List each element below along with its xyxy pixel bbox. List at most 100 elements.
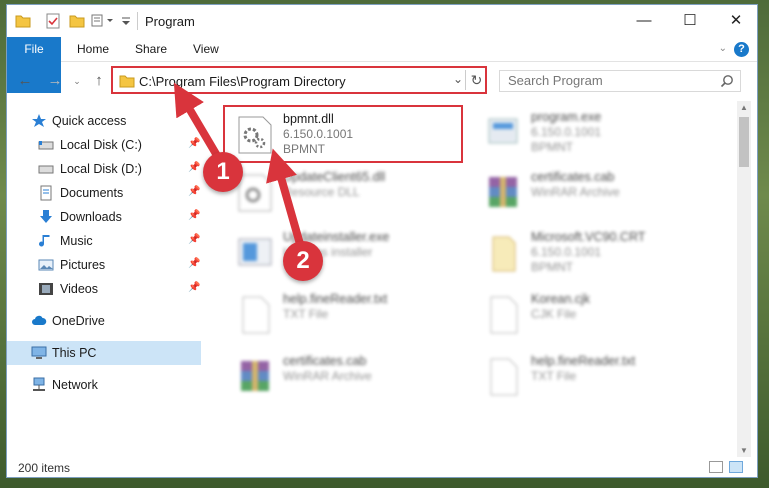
- file-name: certificates.cab: [283, 354, 367, 368]
- file-item-microsoft-vc90-crt[interactable]: Microsoft.VC90.CRT 6.150.0.1001 BPMNT: [473, 225, 713, 281]
- address-dropdown-icon[interactable]: ⌄: [453, 72, 463, 86]
- search-input[interactable]: [508, 73, 708, 88]
- window-title: Program: [145, 14, 195, 29]
- title-divider: [137, 12, 138, 30]
- sidebar-item-label: Documents: [60, 186, 124, 200]
- vertical-scrollbar[interactable]: ▲ ▼: [737, 101, 751, 457]
- pin-icon[interactable]: 📌: [188, 210, 200, 221]
- pin-icon[interactable]: 📌: [188, 186, 200, 197]
- details-view-icon[interactable]: [709, 461, 723, 473]
- documents-icon: [40, 185, 52, 201]
- file-version: 6.150.0.1001: [531, 125, 602, 139]
- sidebar-item-onedrive[interactable]: OneDrive: [7, 309, 201, 333]
- installer-icon: [238, 238, 272, 266]
- new-folder-icon[interactable]: [69, 13, 85, 29]
- sidebar-item-label: Pictures: [60, 258, 106, 272]
- file-item-help-finereader-txt[interactable]: help.fineReader.txt TXT File: [225, 287, 465, 343]
- pictures-icon: [38, 259, 54, 271]
- folder-icon: [119, 75, 135, 88]
- sidebar-item-documents[interactable]: Documents 📌: [7, 181, 201, 205]
- sidebar-item-label: Videos: [60, 282, 98, 296]
- sidebar-item-this-pc[interactable]: This PC: [7, 341, 201, 365]
- file-item-korean-cjk[interactable]: Korean.cjk CJK File: [473, 287, 713, 343]
- scroll-down-icon[interactable]: ▼: [737, 446, 751, 455]
- file-item-help-finereader-txt-2[interactable]: help.fineReader.txt TXT File: [473, 349, 713, 405]
- title-bar: Program — ☐ ✕: [7, 5, 757, 37]
- download-icon: [40, 210, 52, 223]
- maximize-button[interactable]: ☐: [667, 5, 713, 37]
- address-bar[interactable]: C:\Program Files\Program Directory ⌄: [111, 66, 487, 94]
- winrar-icon: [241, 361, 269, 391]
- pin-icon[interactable]: 📌: [188, 234, 200, 245]
- pin-icon[interactable]: 📌: [188, 258, 200, 269]
- drive-icon: [38, 165, 54, 174]
- drive-icon: [38, 141, 54, 150]
- sidebar-item-label: Downloads: [60, 210, 122, 224]
- file-type: TXT File: [531, 369, 577, 383]
- sidebar-item-label: Quick access: [52, 114, 127, 128]
- network-icon: [33, 377, 45, 391]
- annotation-badge-2: 2: [283, 241, 323, 281]
- file-company: BPMNT: [283, 142, 325, 156]
- file-item-updateclient-dll[interactable]: UpdateClient65.dll Resource DLL: [225, 165, 465, 221]
- file-item-certificates-cab[interactable]: certificates.cab WinRAR Archive: [473, 165, 713, 221]
- exe-icon: [488, 118, 518, 144]
- search-icon[interactable]: [720, 74, 734, 88]
- file-name: Microsoft.VC90.CRT: [531, 230, 646, 244]
- sidebar-item-network[interactable]: Network: [7, 373, 201, 397]
- ribbon-expand-icon[interactable]: ⌄: [719, 43, 727, 54]
- sidebar-item-videos[interactable]: Videos 📌: [7, 277, 201, 301]
- minimize-button[interactable]: —: [621, 5, 667, 37]
- sidebar-item-local-disk-d[interactable]: Local Disk (D:) 📌: [7, 157, 201, 181]
- refresh-icon[interactable]: ↻: [465, 70, 487, 90]
- winrar-icon: [489, 177, 517, 207]
- scroll-thumb[interactable]: [739, 117, 749, 167]
- file-name: bpmnt.dll: [283, 112, 334, 126]
- pin-icon[interactable]: 📌: [188, 282, 200, 293]
- sidebar-item-music[interactable]: Music 📌: [7, 229, 201, 253]
- file-name: certificates.cab: [531, 170, 615, 184]
- file-item-program-exe[interactable]: program.exe 6.150.0.1001 BPMNT: [473, 105, 713, 161]
- pin-icon[interactable]: 📌: [188, 138, 200, 149]
- folder-icon: [15, 15, 31, 28]
- recent-locations-icon[interactable]: ⌄: [69, 73, 85, 89]
- sidebar-item-downloads[interactable]: Downloads 📌: [7, 205, 201, 229]
- pin-icon[interactable]: 📌: [188, 162, 200, 173]
- music-icon: [39, 235, 50, 247]
- txt-icon: [490, 358, 518, 396]
- up-arrow-icon[interactable]: ↑: [91, 73, 107, 89]
- view-options-icon[interactable]: [91, 13, 117, 29]
- file-name: program.exe: [531, 110, 602, 124]
- file-explorer-window: Program — ☐ ✕ File Home Share View ⌄ ? ←…: [6, 4, 758, 478]
- file-item-bpmnt-dll[interactable]: bpmnt.dll 6.150.0.1001 BPMNT: [223, 105, 463, 163]
- file-item-certificates-cab-2[interactable]: certificates.cab WinRAR Archive: [225, 349, 465, 405]
- tab-view[interactable]: View: [179, 37, 233, 62]
- file-item-updateinstaller-exe[interactable]: Updateinstaller.exe Updates installer: [225, 225, 465, 281]
- file-version: 6.150.0.1001: [283, 127, 354, 141]
- file-company: BPMNT: [531, 140, 573, 154]
- sidebar-item-local-disk-c[interactable]: Local Disk (C:) 📌: [7, 133, 201, 157]
- customize-toolbar-icon[interactable]: [121, 13, 131, 29]
- properties-icon[interactable]: [45, 13, 61, 29]
- sidebar-item-label: Local Disk (D:): [60, 162, 142, 176]
- large-icons-view-icon[interactable]: [729, 461, 743, 473]
- address-path[interactable]: C:\Program Files\Program Directory: [139, 74, 346, 89]
- sidebar-item-pictures[interactable]: Pictures 📌: [7, 253, 201, 277]
- back-arrow-icon[interactable]: ←: [17, 73, 33, 89]
- file-type: WinRAR Archive: [283, 369, 372, 383]
- tab-home[interactable]: Home: [63, 37, 123, 62]
- help-icon[interactable]: ?: [734, 42, 749, 57]
- status-bar: 200 items: [7, 457, 757, 479]
- dll-gear-icon: [238, 116, 272, 154]
- sidebar-item-label: This PC: [52, 346, 97, 360]
- tab-share[interactable]: Share: [121, 37, 181, 62]
- forward-arrow-icon[interactable]: →: [47, 73, 63, 89]
- close-button[interactable]: ✕: [713, 5, 759, 37]
- star-icon: [32, 114, 46, 127]
- sidebar-item-quick-access[interactable]: Quick access: [7, 109, 201, 133]
- txt-icon: [490, 296, 518, 334]
- sidebar-item-label: Music: [60, 234, 93, 248]
- search-box[interactable]: [499, 70, 741, 92]
- scroll-up-icon[interactable]: ▲: [737, 103, 751, 112]
- sidebar-item-label: Network: [52, 378, 98, 392]
